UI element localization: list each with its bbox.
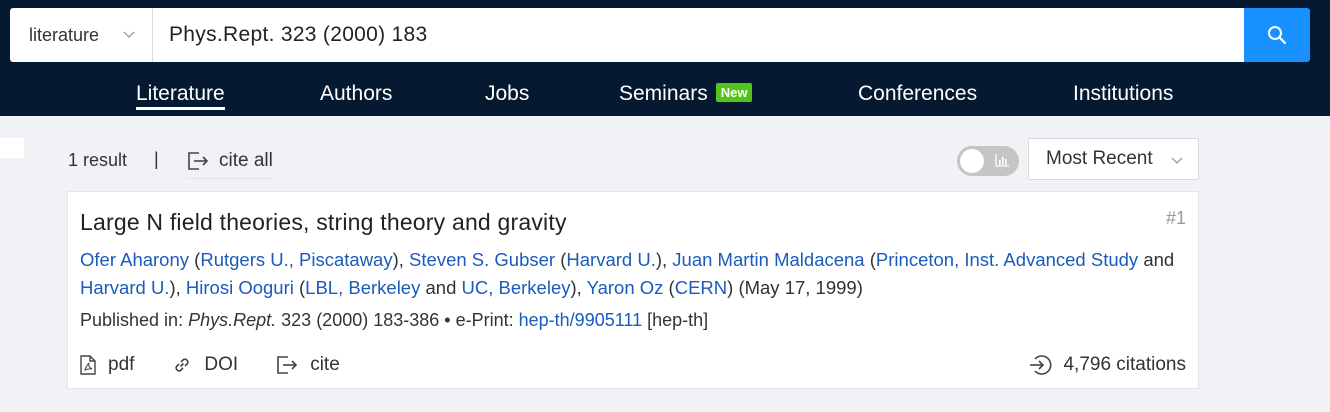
affiliation-link[interactable]: Harvard U. — [80, 277, 169, 298]
affiliation-link[interactable]: Rutgers U., Piscataway — [200, 249, 392, 270]
publication-info: Published in: Phys.Rept. 323 (2000) 183-… — [80, 310, 708, 331]
author-link[interactable]: Steven S. Gubser — [409, 249, 555, 270]
affiliation-link[interactable]: LBL, Berkeley — [305, 277, 420, 298]
eprint-link[interactable]: hep-th/9905111 — [519, 310, 642, 330]
search-button[interactable] — [1244, 8, 1310, 62]
cite-all-button[interactable]: cite all — [187, 143, 275, 179]
nav-item-conferences[interactable]: Conferences — [858, 82, 977, 106]
nav-item-seminars[interactable]: Seminars New — [619, 82, 753, 106]
affiliation-link[interactable]: Harvard U. — [566, 249, 655, 270]
export-icon — [188, 151, 209, 170]
nav-item-literature[interactable]: Literature — [136, 82, 225, 110]
author-link[interactable]: Ofer Aharony — [80, 249, 189, 270]
sort-value: Most Recent — [1046, 148, 1153, 169]
search-scope-select[interactable]: literature — [10, 8, 153, 62]
doi-button[interactable]: DOI — [172, 354, 238, 376]
literature-record-card: Large N field theories, string theory an… — [67, 191, 1199, 389]
pdf-button[interactable]: pdf — [80, 354, 134, 376]
search-bar: literature — [10, 8, 1310, 62]
affiliation-link[interactable]: CERN — [675, 277, 727, 298]
cite-label: cite — [310, 354, 340, 375]
and-text: and — [425, 277, 457, 298]
journal-details: 323 (2000) 183-386 — [281, 310, 440, 330]
chevron-down-icon — [123, 31, 135, 38]
file-pdf-icon — [80, 355, 96, 375]
result-count: 1 result — [68, 150, 128, 170]
sort-select[interactable]: Most Recent — [1028, 138, 1199, 180]
author-list: Ofer Aharony (Rutgers U., Piscataway), S… — [80, 249, 1175, 298]
search-icon — [1268, 26, 1287, 45]
author-link[interactable]: Yaron Oz — [587, 277, 664, 298]
eprint-category: [hep-th] — [647, 310, 709, 330]
search-input[interactable] — [153, 8, 1244, 62]
cite-all-label: cite all — [219, 149, 273, 171]
result-separator: | — [154, 149, 159, 169]
search-scope-value: literature — [29, 24, 100, 45]
sidebar-stub — [0, 138, 24, 158]
citation-summary-toggle[interactable] — [957, 146, 1019, 176]
author-link[interactable]: Juan Martin Maldacena — [672, 249, 864, 270]
published-in-label: Published in: — [80, 310, 184, 330]
record-actions: pdf DOI cite — [80, 354, 378, 376]
pdf-label: pdf — [108, 354, 135, 375]
main-nav: Literature Authors Jobs Seminars New Conf… — [0, 70, 1330, 116]
nav-item-seminars-label: Seminars — [619, 82, 708, 105]
affiliation-link[interactable]: UC, Berkeley — [462, 277, 571, 298]
toggle-knob — [960, 149, 984, 173]
nav-item-authors[interactable]: Authors — [320, 82, 392, 106]
citations-link[interactable]: 4,796 citations — [1029, 354, 1186, 376]
record-date: (May 17, 1999) — [738, 277, 863, 298]
record-title[interactable]: Large N field theories, string theory an… — [80, 209, 567, 236]
nav-item-jobs[interactable]: Jobs — [485, 82, 529, 106]
doi-label: DOI — [204, 354, 239, 375]
link-icon — [175, 358, 190, 372]
nav-item-institutions[interactable]: Institutions — [1073, 82, 1173, 106]
affiliation-link[interactable]: Princeton, Inst. Advanced Study — [876, 249, 1138, 270]
and-text: and — [1143, 249, 1175, 270]
export-icon — [277, 356, 298, 374]
top-header: literature Literature Authors Jobs Semin… — [0, 0, 1330, 116]
new-badge: New — [715, 83, 753, 102]
citations-count: 4,796 citations — [1063, 354, 1186, 375]
eprint-label: • e-Print: — [444, 310, 514, 330]
bar-chart-icon — [995, 154, 1009, 167]
record-index: #1 — [1165, 208, 1186, 228]
author-link[interactable]: Hirosi Ooguri — [186, 277, 294, 298]
cite-button[interactable]: cite — [276, 354, 340, 376]
journal-name: Phys.Rept. — [188, 310, 277, 330]
login-icon — [1030, 355, 1052, 375]
chevron-down-icon — [1171, 157, 1183, 164]
